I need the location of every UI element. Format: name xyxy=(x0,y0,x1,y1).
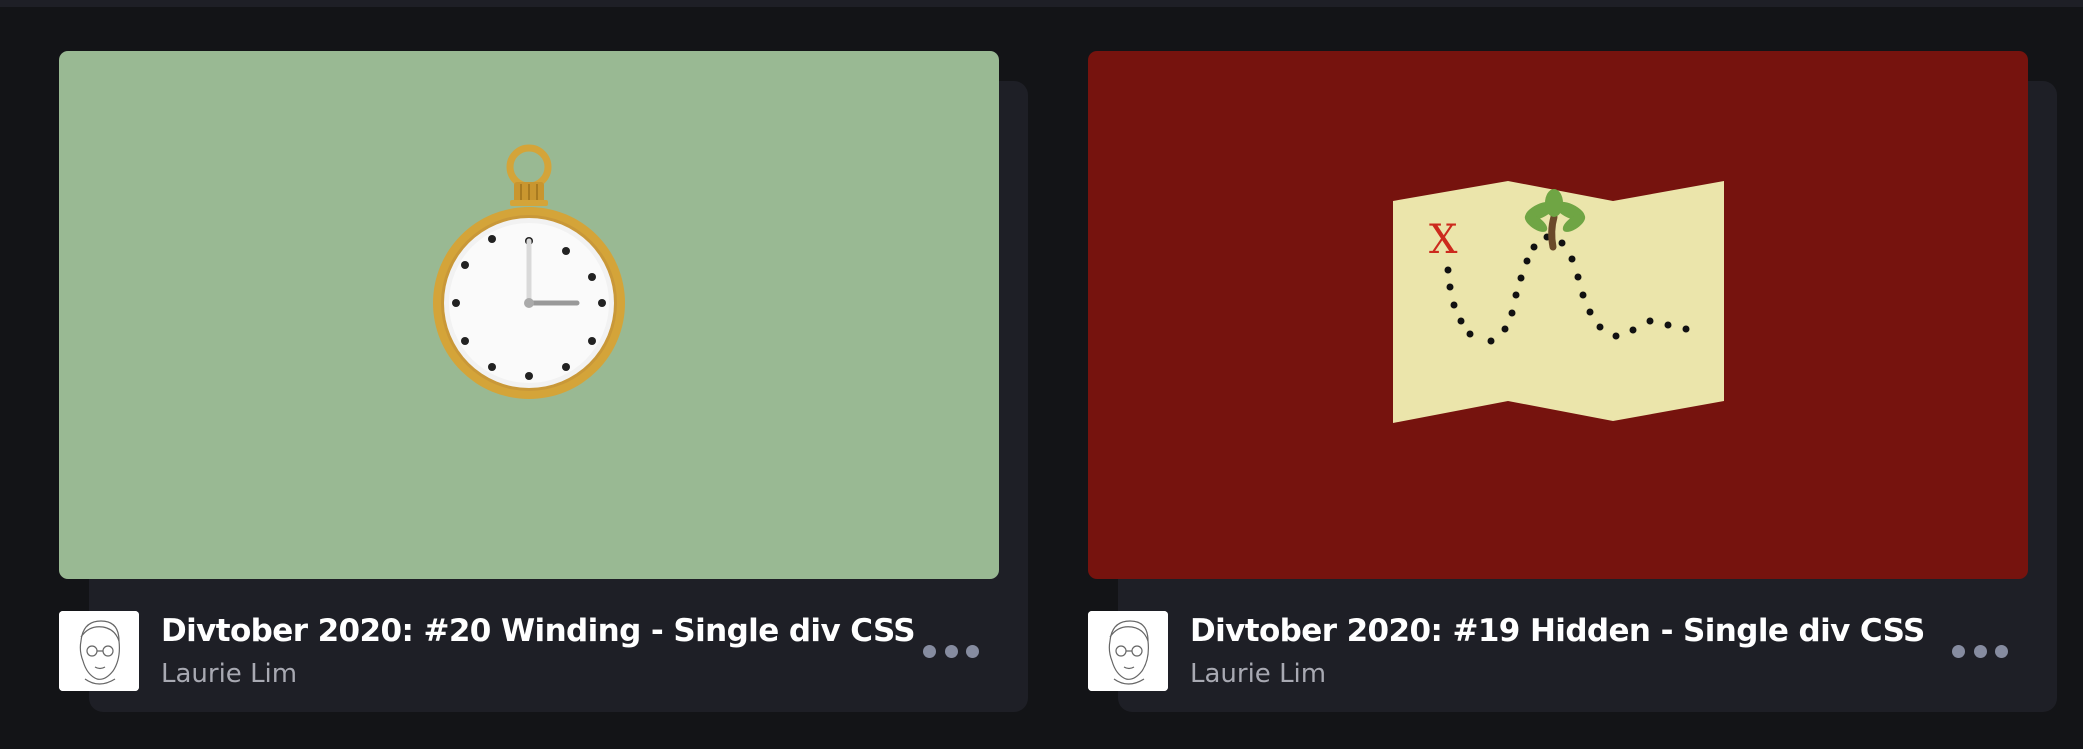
map-x-mark: X xyxy=(1429,217,1458,263)
treasure-map-icon: X xyxy=(1393,181,1724,423)
pen-author[interactable]: Laurie Lim xyxy=(161,657,297,691)
dot xyxy=(1973,644,1987,658)
pen-title[interactable]: Divtober 2020: #19 Hidden - Single div C… xyxy=(1190,611,1925,651)
pen-preview-hidden[interactable]: X xyxy=(1088,51,2028,579)
pen-meta: Divtober 2020: #20 Winding - Single div … xyxy=(59,611,999,691)
dot xyxy=(966,644,979,658)
dot xyxy=(944,644,958,658)
dot xyxy=(923,644,936,658)
author-avatar[interactable] xyxy=(1088,611,1168,691)
pen-title[interactable]: Divtober 2020: #20 Winding - Single div … xyxy=(161,611,916,651)
pen-author[interactable]: Laurie Lim xyxy=(1190,657,1326,691)
dot xyxy=(1995,644,2008,658)
pen-card-hidden: X Divtober 2020: #19 Hidden - Single div… xyxy=(1029,0,2057,749)
dot xyxy=(1952,644,1965,658)
pen-preview-winding[interactable] xyxy=(59,51,999,579)
more-dots-icon[interactable] xyxy=(1952,635,2008,667)
author-avatar[interactable] xyxy=(59,611,139,691)
pen-meta: Divtober 2020: #19 Hidden - Single div C… xyxy=(1088,611,2028,691)
more-dots-icon[interactable] xyxy=(923,635,979,667)
pen-card-winding: Divtober 2020: #20 Winding - Single div … xyxy=(0,0,1028,749)
